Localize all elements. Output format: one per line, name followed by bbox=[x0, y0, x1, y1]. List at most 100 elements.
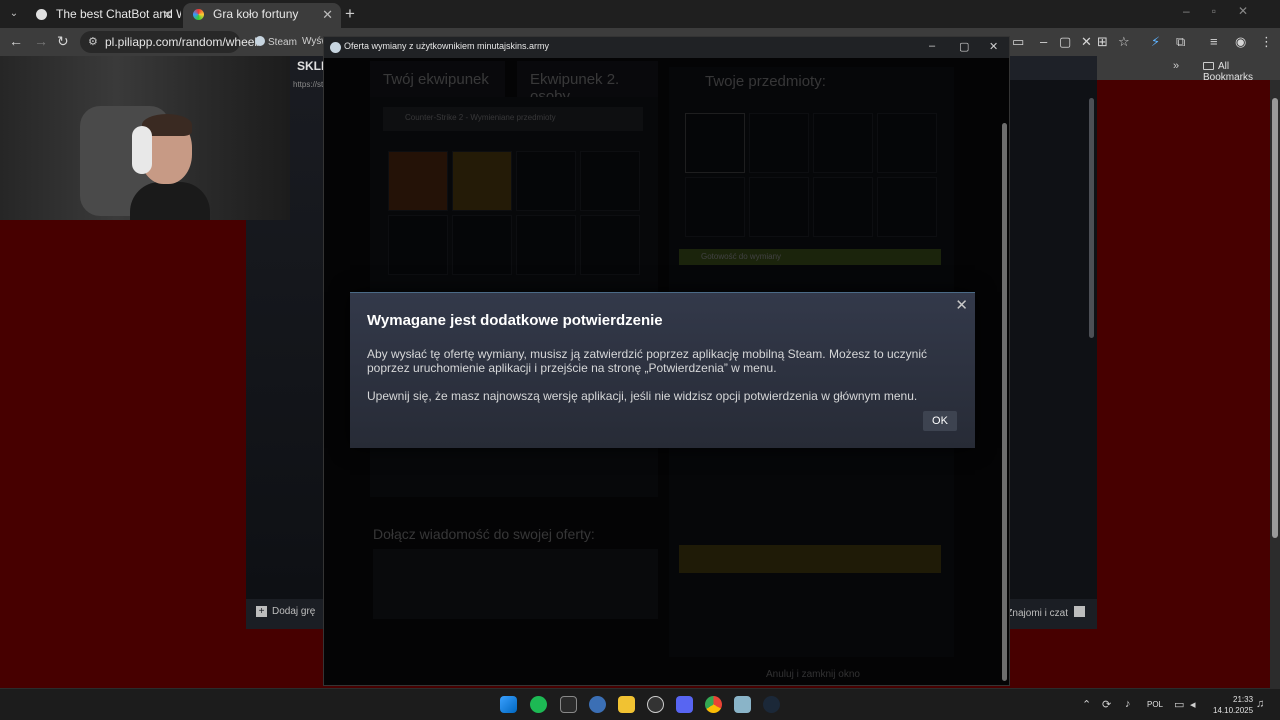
chat-icon bbox=[1074, 606, 1085, 617]
dialog-body: Aby wysłać tę ofertę wymiany, musisz ją … bbox=[367, 347, 957, 417]
microphone-icon[interactable]: ♪ bbox=[1125, 698, 1131, 710]
tab-wheel[interactable]: Gra koło fortuny ✕ bbox=[183, 3, 341, 28]
folder-icon bbox=[1203, 62, 1214, 70]
volume-icon[interactable]: ◂ bbox=[1190, 698, 1196, 711]
tab-close-icon[interactable]: ✕ bbox=[162, 3, 173, 26]
epic-games-icon[interactable] bbox=[560, 696, 577, 713]
attach-message-label: Dołącz wiadomość do swojej oferty: bbox=[373, 526, 595, 542]
offer-item[interactable] bbox=[685, 113, 745, 173]
inventory-item[interactable] bbox=[452, 151, 512, 211]
ready-checkbox[interactable]: Gotowość do wymiany bbox=[679, 249, 941, 265]
webcam-person-body bbox=[130, 182, 210, 220]
back-icon[interactable]: ← bbox=[9, 33, 23, 49]
tray-overflow-icon[interactable]: ⌃ bbox=[1082, 698, 1091, 711]
dialog-paragraph: Upewnij się, że masz najnowszą wersję ap… bbox=[367, 389, 918, 403]
app-files-icon[interactable] bbox=[734, 696, 751, 713]
cancel-close-link[interactable]: Anuluj i zamknij okno bbox=[766, 669, 860, 680]
inventory-grid bbox=[388, 151, 640, 275]
notification-bell-icon[interactable]: ♫ bbox=[1256, 698, 1264, 710]
bookmark-label: Steam bbox=[268, 37, 297, 48]
file-explorer-icon[interactable] bbox=[618, 696, 635, 713]
obs-icon[interactable] bbox=[647, 696, 664, 713]
bookmark-steam[interactable]: Steam bbox=[255, 36, 297, 48]
tab-my-inventory[interactable]: Twój ekwipunek bbox=[370, 61, 505, 97]
translate-icon[interactable]: ⊞ bbox=[1097, 34, 1108, 50]
steam-icon bbox=[330, 42, 341, 53]
reload-icon[interactable]: ↻ bbox=[57, 33, 69, 50]
bookmarks-overflow-icon[interactable]: » bbox=[1173, 60, 1179, 72]
tab-title: Gra koło fortuny bbox=[213, 7, 299, 21]
address-bar[interactable]: ⚙ pl.piliapp.com/random/wheel/ bbox=[80, 31, 260, 53]
game-select[interactable]: Counter-Strike 2 - Wymieniane przedmioty bbox=[383, 107, 643, 131]
tab-close-icon[interactable]: ✕ bbox=[322, 3, 333, 26]
friends-chat-button[interactable]: Znajomi i czat bbox=[1006, 606, 1085, 619]
scrollbar-thumb[interactable] bbox=[1272, 98, 1278, 538]
tab-chatbot[interactable]: The best ChatBot and Widgets ✕ bbox=[26, 3, 181, 28]
inventory-item[interactable] bbox=[388, 215, 448, 275]
close-icon[interactable]: ✕ bbox=[955, 296, 968, 314]
media-icon[interactable]: ≡ bbox=[1210, 34, 1218, 49]
menu-icon[interactable]: ⋮ bbox=[1260, 34, 1273, 50]
inventory-item[interactable] bbox=[580, 151, 640, 211]
app-blue-icon[interactable] bbox=[589, 696, 606, 713]
inventory-item[interactable] bbox=[452, 215, 512, 275]
clock-date: 14.10.2025 bbox=[1213, 706, 1254, 715]
offer-slot bbox=[749, 113, 809, 173]
webcam-overlay bbox=[0, 56, 290, 220]
inventory-item[interactable] bbox=[580, 215, 640, 275]
offer-slot bbox=[813, 113, 873, 173]
offer-slot bbox=[877, 177, 937, 237]
minimize-icon[interactable]: – bbox=[929, 40, 935, 52]
tab-partner-inventory[interactable]: Ekwipunek 2. osoby bbox=[517, 61, 658, 105]
star-icon[interactable]: ☆ bbox=[1118, 34, 1130, 50]
offer-slot bbox=[685, 177, 745, 237]
tab-favicon-icon bbox=[36, 9, 47, 20]
chrome-icon[interactable] bbox=[705, 696, 722, 713]
inventory-item[interactable] bbox=[388, 151, 448, 211]
add-game-label: Dodaj grę bbox=[272, 606, 316, 617]
steam-icon bbox=[255, 36, 265, 46]
network-icon[interactable]: ▭ bbox=[1174, 698, 1184, 711]
tab-favicon-icon bbox=[193, 9, 204, 20]
window-controls[interactable]: –▫✕ bbox=[1183, 4, 1270, 18]
plus-icon: + bbox=[256, 606, 267, 617]
headphones-icon bbox=[132, 126, 152, 174]
maximize-icon[interactable]: ▢ bbox=[959, 40, 969, 53]
inventory-item[interactable] bbox=[516, 151, 576, 211]
tab-search-chevron-icon[interactable]: ⌄ bbox=[5, 6, 23, 22]
minimize-icon[interactable]: – bbox=[1040, 34, 1047, 49]
close-icon[interactable]: ✕ bbox=[1081, 34, 1092, 50]
profile-icon[interactable]: ◉ bbox=[1235, 34, 1246, 50]
trade-scrollbar[interactable] bbox=[1002, 123, 1007, 681]
site-info-icon[interactable]: ⚙ bbox=[88, 35, 98, 48]
spotify-icon[interactable] bbox=[530, 696, 547, 713]
your-items-title: Twoje przedmioty: bbox=[705, 73, 826, 90]
language-indicator[interactable]: POL bbox=[1147, 700, 1163, 709]
steam-scrollbar[interactable] bbox=[1089, 98, 1094, 338]
offer-slot bbox=[877, 113, 937, 173]
puzzle-icon[interactable]: ⧉ bbox=[1176, 34, 1185, 50]
sync-icon[interactable]: ⟳ bbox=[1102, 698, 1111, 711]
close-icon[interactable]: ✕ bbox=[989, 40, 998, 53]
dialog-title: Wymagane jest dodatkowe potwierdzenie bbox=[367, 312, 663, 329]
windows-taskbar: ⌃ ⟳ ♪ POL ▭ ◂ 21:33 14.10.2025 ♫ bbox=[0, 688, 1280, 720]
steam-right-panel bbox=[1008, 80, 1097, 599]
steam-icon[interactable] bbox=[763, 696, 780, 713]
maximize-icon[interactable]: ▢ bbox=[1059, 34, 1071, 50]
trade-window-title: Oferta wymiany z użytkownikiem minutajsk… bbox=[344, 41, 550, 51]
discord-icon[interactable] bbox=[676, 696, 693, 713]
bookmarks-bar: » All Bookmarks bbox=[1097, 56, 1280, 83]
cast-icon[interactable]: ▭ bbox=[1012, 34, 1024, 50]
confirmation-dialog: ✕ Wymagane jest dodatkowe potwierdzenie … bbox=[350, 292, 975, 448]
system-clock[interactable]: 21:33 14.10.2025 bbox=[1213, 694, 1253, 716]
ok-button[interactable]: OK bbox=[923, 411, 957, 431]
forward-icon[interactable]: → bbox=[34, 33, 48, 49]
new-tab-button[interactable]: + bbox=[345, 4, 355, 24]
windows-start-icon[interactable] bbox=[500, 696, 517, 713]
inventory-item[interactable] bbox=[516, 215, 576, 275]
page-scrollbar[interactable] bbox=[1270, 80, 1280, 688]
extension-icon[interactable]: ⚡ bbox=[1151, 34, 1160, 50]
message-textarea[interactable] bbox=[373, 549, 658, 619]
steam-url-fragment: https://st bbox=[293, 80, 324, 89]
add-game-button[interactable]: + Dodaj grę bbox=[256, 606, 315, 617]
